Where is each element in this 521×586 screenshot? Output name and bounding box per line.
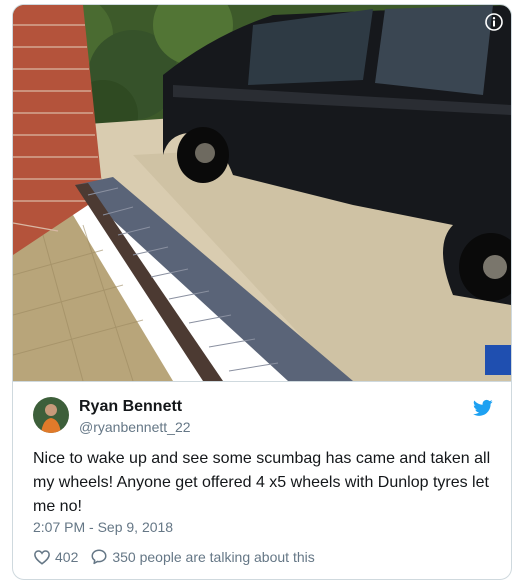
info-icon[interactable] bbox=[485, 13, 503, 31]
tweet-actions: 402 350 people are talking about this bbox=[33, 546, 315, 568]
conversation-count[interactable]: 350 people are talking about this bbox=[112, 549, 314, 565]
tweet-text: Nice to wake up and see some scumbag has… bbox=[33, 450, 491, 515]
speech-bubble-icon[interactable] bbox=[90, 548, 108, 566]
author-name[interactable]: Ryan Bennett bbox=[79, 398, 182, 416]
like-count[interactable]: 402 bbox=[55, 549, 78, 565]
photo-car-without-wheels bbox=[13, 5, 511, 381]
tweet-timestamp[interactable]: 2:07 PM - Sep 9, 2018 bbox=[33, 519, 173, 535]
twitter-bird-icon[interactable] bbox=[473, 399, 493, 417]
tweet-photo[interactable] bbox=[13, 5, 511, 381]
tweet-card[interactable]: Ryan Bennett @ryanbennett_22 Nice to wak… bbox=[12, 4, 512, 580]
media-divider bbox=[13, 381, 511, 382]
avatar[interactable] bbox=[33, 397, 69, 433]
author-handle[interactable]: @ryanbennett_22 bbox=[79, 419, 191, 435]
heart-icon[interactable] bbox=[33, 548, 51, 566]
